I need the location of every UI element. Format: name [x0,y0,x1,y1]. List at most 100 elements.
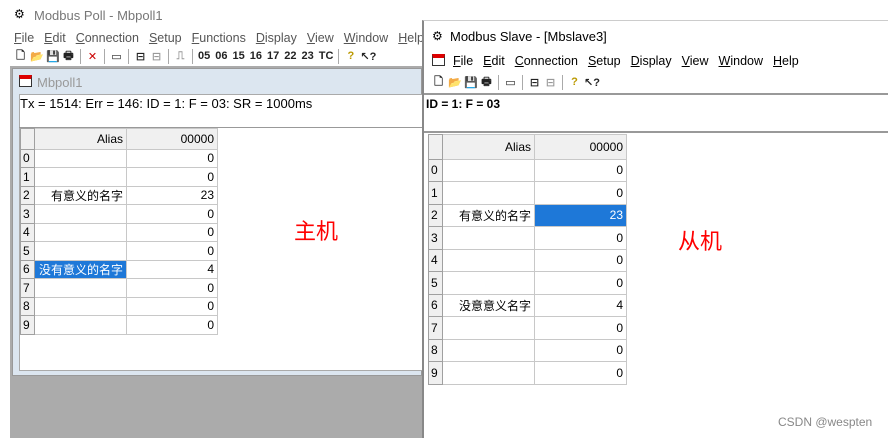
context-help-icon[interactable]: ↖? [584,76,600,89]
alias-cell[interactable] [442,181,535,205]
table-row[interactable]: 50 [428,271,627,295]
value-cell[interactable]: 23 [126,185,218,205]
open-icon[interactable]: 📂 [448,76,462,89]
table-row[interactable]: 80 [20,296,218,316]
function-button[interactable]: 15 [233,50,245,62]
function-button[interactable]: 16 [250,50,262,62]
help-icon[interactable]: ? [568,76,581,88]
window-icon[interactable]: ▭ [110,50,123,63]
value-cell[interactable]: 0 [534,316,627,340]
table-row[interactable]: 80 [428,338,627,362]
table-row[interactable]: 2 有意义的名字 23 [20,185,218,205]
menu-item-connection[interactable]: Connection [510,54,583,68]
alias-cell[interactable]: 有意义的名字 [442,203,535,227]
disconnect-icon[interactable]: ⊟ [544,76,557,89]
pulse-icon[interactable]: ⎍ [174,50,187,63]
table-row[interactable]: 70 [20,278,218,298]
help-icon[interactable]: ? [344,50,357,62]
alias-cell[interactable] [442,316,535,340]
alias-cell[interactable] [442,271,535,295]
menu-item-display[interactable]: Display [251,31,302,45]
print-icon[interactable]: 🖶 [480,73,493,92]
table-row[interactable]: 90 [428,361,627,385]
alias-cell[interactable] [34,222,127,242]
table-row[interactable]: 2 有意义的名字 23 [428,203,627,227]
function-button[interactable]: 06 [215,50,227,62]
menu-item-display[interactable]: Display [626,54,677,68]
column-header[interactable]: Alias [34,128,127,150]
alias-cell[interactable] [442,361,535,385]
alias-cell[interactable] [442,226,535,250]
alias-cell[interactable]: 没意意义名字 [442,293,535,317]
menu-item-view[interactable]: View [302,31,339,45]
alias-cell[interactable] [34,315,127,335]
menu-item-help[interactable]: Help [768,54,804,68]
save-icon[interactable]: 💾 [46,50,60,63]
value-cell[interactable]: 0 [534,361,627,385]
value-cell[interactable]: 0 [126,148,218,168]
table-row[interactable]: 40 [20,222,218,242]
alias-cell[interactable] [442,158,535,182]
table-row[interactable]: 30 [20,204,218,224]
function-button[interactable]: TC [319,50,334,62]
menu-item-file[interactable]: File [9,31,39,45]
value-cell[interactable]: 0 [534,248,627,272]
function-button[interactable]: 17 [267,50,279,62]
value-cell[interactable]: 0 [126,241,218,261]
value-cell[interactable]: 0 [126,167,218,187]
table-row[interactable]: 6 没有意义的名字 4 [20,259,218,279]
table-row[interactable]: 90 [20,315,218,335]
value-cell[interactable]: 0 [534,158,627,182]
table-row[interactable]: 6 没意意义名字 4 [428,293,627,317]
value-cell[interactable]: 4 [534,293,627,317]
value-cell[interactable]: 4 [126,259,218,279]
value-cell[interactable]: 23 [534,203,627,227]
connect-icon[interactable]: ⊟ [134,50,147,63]
menu-item-view[interactable]: View [677,54,714,68]
new-icon[interactable]: 🗋 [14,47,27,66]
connect-icon[interactable]: ⊟ [528,76,541,89]
value-cell[interactable]: 0 [534,226,627,250]
column-header[interactable]: Alias [442,134,535,160]
function-button[interactable]: 05 [198,50,210,62]
table-row[interactable]: 10 [20,167,218,187]
menu-item-setup[interactable]: Setup [144,31,187,45]
menu-item-edit[interactable]: Edit [39,31,71,45]
value-cell[interactable]: 0 [126,222,218,242]
alias-cell[interactable] [34,296,127,316]
print-icon[interactable]: 🖶 [62,47,75,66]
table-row[interactable]: 10 [428,181,627,205]
column-header[interactable]: 00000 [126,128,218,150]
table-row[interactable]: 00 [20,148,218,168]
menu-item-file[interactable]: File [448,54,478,68]
save-icon[interactable]: 💾 [464,76,478,89]
window-icon[interactable]: ▭ [504,76,517,89]
open-icon[interactable]: 📂 [30,50,44,63]
alias-cell[interactable] [34,148,127,168]
context-help-icon[interactable]: ↖? [360,50,376,63]
new-icon[interactable]: 🗋 [432,73,445,92]
table-row[interactable]: 70 [428,316,627,340]
alias-cell[interactable] [442,248,535,272]
alias-cell[interactable] [34,241,127,261]
menu-item-edit[interactable]: Edit [478,54,510,68]
value-cell[interactable]: 0 [126,278,218,298]
value-cell[interactable]: 0 [126,204,218,224]
menu-item-window[interactable]: Window [714,54,768,68]
function-button[interactable]: 22 [284,50,296,62]
menu-item-window[interactable]: Window [339,31,393,45]
value-cell[interactable]: 0 [126,315,218,335]
disconnect-icon[interactable]: ⊟ [150,50,163,63]
alias-cell[interactable]: 没有意义的名字 [34,259,127,279]
column-header[interactable]: 00000 [534,134,627,160]
alias-cell[interactable] [442,338,535,362]
menu-item-functions[interactable]: Functions [187,31,251,45]
value-cell[interactable]: 0 [534,271,627,295]
function-button[interactable]: 23 [302,50,314,62]
alias-cell[interactable] [34,278,127,298]
menu-item-setup[interactable]: Setup [583,54,626,68]
menu-item-connection[interactable]: Connection [71,31,144,45]
alias-cell[interactable] [34,167,127,187]
table-row[interactable]: 30 [428,226,627,250]
value-cell[interactable]: 0 [534,338,627,362]
